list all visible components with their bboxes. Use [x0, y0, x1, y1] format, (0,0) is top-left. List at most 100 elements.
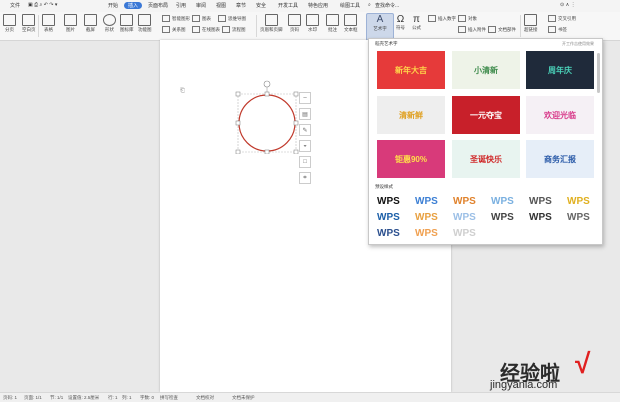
- header-footer-button[interactable]: 页眉和页脚: [260, 14, 283, 33]
- status-col: 列: 1: [122, 394, 132, 400]
- wps-preset-10[interactable]: WPS: [491, 212, 514, 223]
- watermark-button[interactable]: 水印: [306, 14, 319, 33]
- wps-preset-3[interactable]: WPS: [453, 196, 476, 207]
- icon-library-button[interactable]: 图标库: [120, 14, 134, 33]
- tab-references[interactable]: 引用: [176, 2, 186, 9]
- file-menu[interactable]: 文件: [10, 2, 20, 9]
- symbol-button[interactable]: Ω 符号: [396, 14, 405, 31]
- tab-insert[interactable]: 插入: [124, 1, 143, 9]
- gallery-scrollbar[interactable]: [597, 53, 600, 93]
- wps-preset-2[interactable]: WPS: [415, 196, 438, 207]
- art-thumb-discount[interactable]: 钜惠90%: [377, 140, 445, 178]
- tab-chapter[interactable]: 章节: [236, 2, 246, 9]
- art-thumb-fresh[interactable]: 小清新: [452, 51, 520, 89]
- tab-review[interactable]: 审阅: [196, 2, 206, 9]
- object-icon: [458, 15, 466, 22]
- wps-preset-15[interactable]: WPS: [453, 228, 476, 239]
- paragraph-marker-icon: ⎗: [180, 88, 185, 94]
- doc-protect-status[interactable]: 文档未保护: [232, 395, 255, 401]
- watermark-url: jingyanla.com: [490, 379, 558, 391]
- relation-chart-button[interactable]: 关系图: [162, 26, 186, 33]
- watermark-icon: [306, 14, 319, 26]
- art-thumb-new-year[interactable]: 新年大吉: [377, 51, 445, 89]
- crop-icon[interactable]: ⌗: [299, 172, 311, 184]
- wps-preset-9[interactable]: WPS: [453, 212, 476, 223]
- tab-special-apps[interactable]: 特色应用: [308, 2, 328, 9]
- doc-proofread-button[interactable]: 文档校对: [196, 395, 214, 401]
- blank-page-button[interactable]: 空白页: [22, 14, 36, 33]
- flowchart-icon: [222, 26, 230, 33]
- function-chart-button[interactable]: 功能图: [138, 14, 152, 33]
- insert-attachment-button[interactable]: 插入附件: [458, 26, 486, 33]
- collapse-tool-icon[interactable]: –: [299, 92, 311, 104]
- number-icon: [428, 15, 436, 22]
- status-setting: 设置值: 2.5厘米: [68, 394, 100, 400]
- wps-preset-7[interactable]: WPS: [377, 212, 400, 223]
- picture-button[interactable]: 图片: [64, 14, 77, 33]
- wps-preset-12[interactable]: WPS: [567, 212, 590, 223]
- textbox-button[interactable]: 文本框: [344, 14, 358, 33]
- wps-preset-8[interactable]: WPS: [415, 212, 438, 223]
- tab-home[interactable]: 开始: [108, 2, 118, 9]
- wps-preset-1[interactable]: WPS: [377, 196, 400, 207]
- formula-button[interactable]: π 公式: [412, 14, 421, 31]
- wps-preset-11[interactable]: WPS: [529, 212, 552, 223]
- comment-button[interactable]: 批注: [326, 14, 339, 33]
- art-thumb-christmas[interactable]: 圣诞快乐: [452, 140, 520, 178]
- tab-drawing-tools[interactable]: 绘图工具: [340, 2, 360, 9]
- object-button[interactable]: 对象: [458, 15, 477, 22]
- picture-icon: [64, 14, 77, 26]
- art-thumb-business[interactable]: 商务汇报: [526, 140, 594, 178]
- art-thumb-clean[interactable]: 清新鲜: [377, 96, 445, 134]
- shape-style-icon[interactable]: □: [299, 156, 311, 168]
- wps-preset-4[interactable]: WPS: [491, 196, 514, 207]
- art-thumb-anniversary[interactable]: 周年庆: [526, 51, 594, 89]
- search-command[interactable]: 查找命令...: [375, 2, 399, 9]
- divider: [256, 15, 257, 37]
- doc-parts-icon: [488, 26, 496, 33]
- art-thumb-welcome[interactable]: 欢迎光临: [526, 96, 594, 134]
- tab-view[interactable]: 视图: [216, 2, 226, 9]
- cross-reference-button[interactable]: 交叉引用: [548, 15, 576, 22]
- bookmark-button[interactable]: 书签: [548, 26, 567, 33]
- chart-button[interactable]: 图表: [192, 15, 211, 22]
- hyperlink-button[interactable]: 超链接: [524, 14, 538, 33]
- checkmark-icon: √: [575, 348, 591, 379]
- wps-preset-13[interactable]: WPS: [377, 228, 400, 239]
- divider: [38, 15, 39, 37]
- window-controls[interactable]: ⊙ ∧ ⋮: [560, 2, 576, 8]
- doc-parts-button[interactable]: 文档部件: [488, 26, 516, 33]
- wps-preset-5[interactable]: WPS: [529, 196, 552, 207]
- fill-bucket-icon[interactable]: ◒: [299, 140, 311, 152]
- art-thumb-one-yuan[interactable]: 一元夺宝: [452, 96, 520, 134]
- insert-number-button[interactable]: 插入数字: [428, 15, 456, 22]
- page-break-button[interactable]: 分页: [3, 14, 16, 33]
- layout-options-icon[interactable]: ▤: [299, 108, 311, 120]
- shapes-button[interactable]: 形状: [103, 14, 116, 33]
- pi-icon: π: [413, 14, 420, 25]
- smart-art-button[interactable]: 智能图形: [162, 15, 190, 22]
- tab-page-layout[interactable]: 页面布局: [148, 2, 168, 9]
- screenshot-button[interactable]: 截屏: [84, 14, 97, 33]
- wps-preset-6[interactable]: WPS: [567, 196, 590, 207]
- page-number-button[interactable]: 页码: [288, 14, 301, 33]
- page-number-icon: [288, 14, 301, 26]
- icon-library-icon: [120, 14, 134, 26]
- status-page: 页码: 1: [3, 394, 18, 400]
- online-chart-button[interactable]: 在线图表: [192, 26, 220, 33]
- table-button[interactable]: 表格: [42, 14, 55, 33]
- quick-access-icons[interactable]: ▣ ⎙ ⌕ ↶ ↷ ▾: [28, 2, 57, 8]
- function-chart-icon: [138, 14, 152, 26]
- spell-check-button[interactable]: 拼写检查: [160, 395, 178, 401]
- wps-preset-14[interactable]: WPS: [415, 228, 438, 239]
- tab-security[interactable]: 安全: [256, 2, 266, 9]
- outline-pen-icon[interactable]: ✎: [299, 124, 311, 136]
- selected-circle-shape[interactable]: [234, 80, 306, 154]
- search-icon: ⌕: [368, 2, 371, 8]
- tab-developer[interactable]: 开发工具: [278, 2, 298, 9]
- flowchart-button[interactable]: 流程图: [222, 26, 246, 33]
- mind-map-button[interactable]: 思维导图: [218, 15, 246, 22]
- omega-icon: Ω: [396, 14, 405, 25]
- mind-map-icon: [218, 15, 226, 22]
- word-art-button[interactable]: A 艺术字: [366, 13, 394, 41]
